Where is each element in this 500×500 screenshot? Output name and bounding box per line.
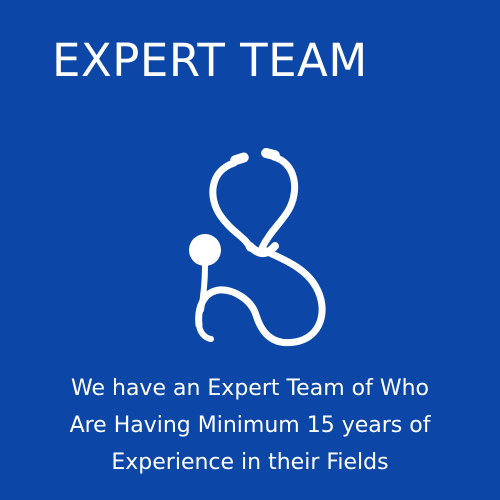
stethoscope-icon xyxy=(180,145,340,350)
card-description: We have an Expert Team of Who Are Having… xyxy=(0,370,500,481)
description-line-2: Are Having Minimum 15 years of xyxy=(69,413,431,438)
expert-team-card: EXPERT TEAM We have an Expert Team of Wh… xyxy=(0,0,500,500)
description-line-3: Experience in their Fields xyxy=(111,450,389,475)
card-title: EXPERT TEAM xyxy=(52,34,368,87)
description-line-1: We have an Expert Team of Who xyxy=(71,376,429,401)
